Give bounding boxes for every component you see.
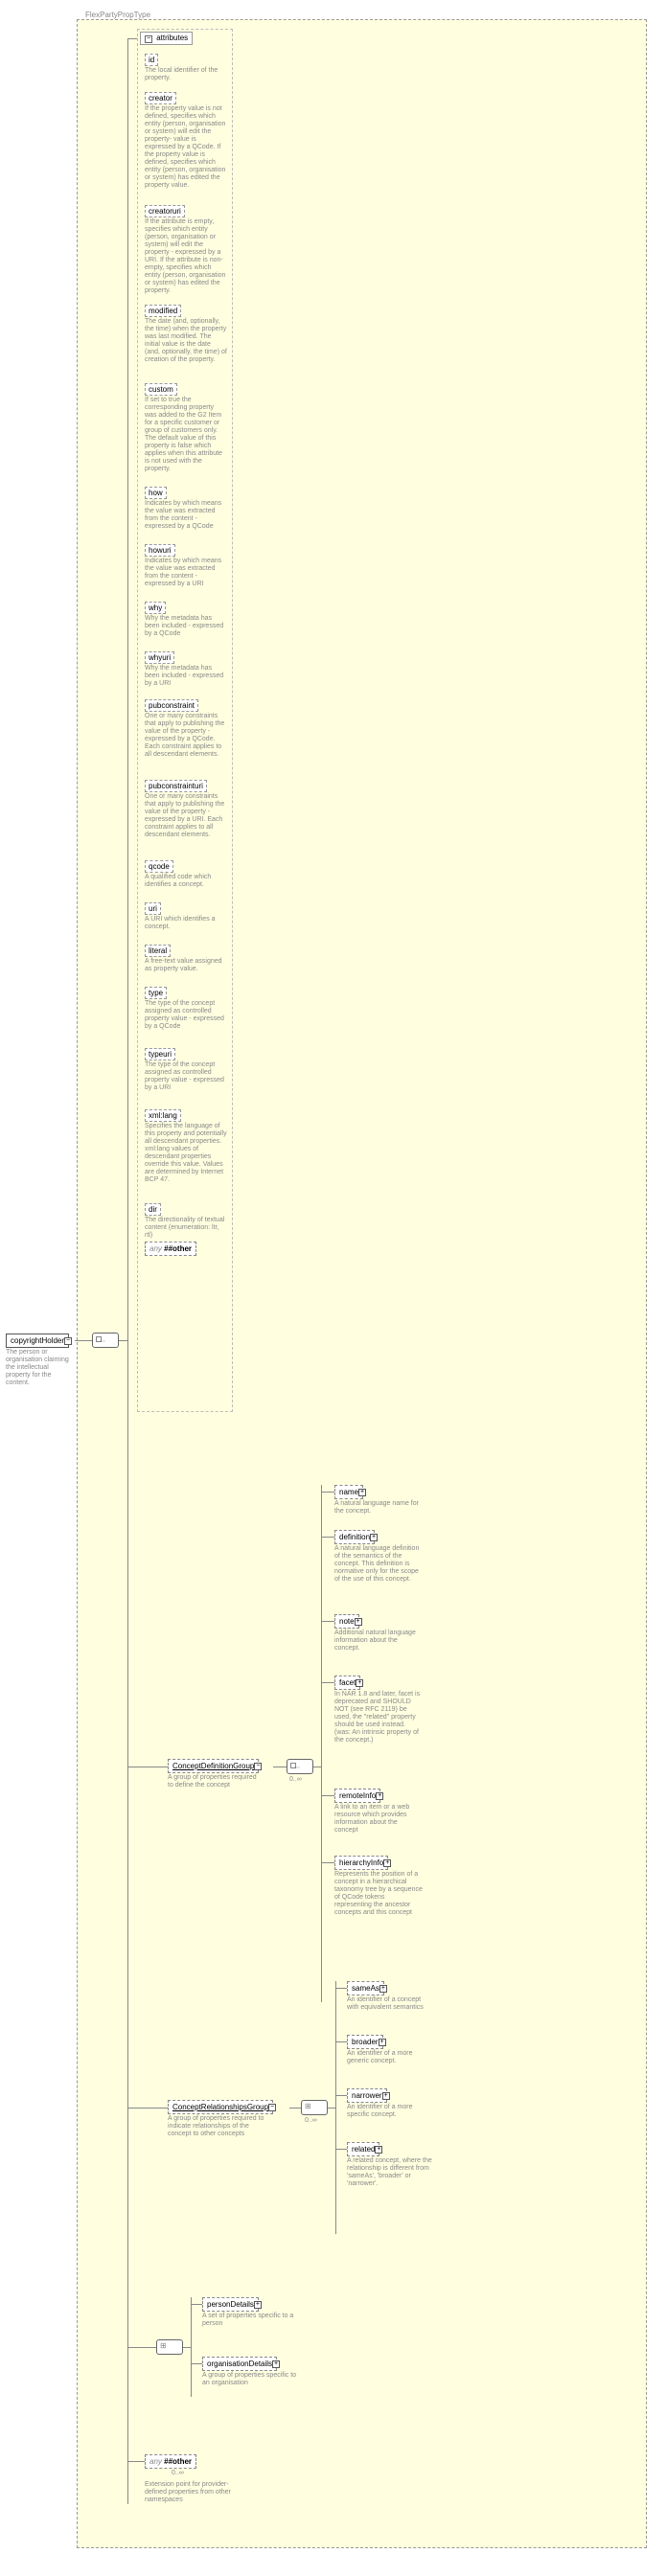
elem-narrower-doc: An identifier of a more specific concept…: [347, 2104, 433, 2119]
elem-hierarchyinfo-doc: Represents the position of a concept in …: [334, 1871, 423, 1917]
attr-pubconstrainturi-doc: One or many constraints that apply to pu…: [145, 793, 227, 839]
elem-note[interactable]: note+: [334, 1614, 359, 1629]
elem-related-doc: A related concept, where the relationshi…: [347, 2157, 435, 2188]
attr-creator-doc: If the property value is not defined, sp…: [145, 105, 227, 191]
attr-typeuri-doc: The type of the concept assigned as cont…: [145, 1061, 227, 1092]
elem-broader-doc: An identifier of a more generic concept.: [347, 2050, 433, 2065]
elem-narrower[interactable]: narrower+: [347, 2088, 387, 2103]
elem-related[interactable]: related+: [347, 2142, 379, 2156]
attr-xmllang[interactable]: xml:lang: [145, 1109, 181, 1122]
expand-icon[interactable]: +: [379, 1985, 387, 1993]
elem-organisationdetails-doc: A group of properties specific to an org…: [202, 2372, 298, 2387]
expand-icon[interactable]: +: [358, 1489, 366, 1496]
attr-modified[interactable]: modified: [145, 305, 181, 317]
elem-sameas[interactable]: sameAs+: [347, 1981, 384, 1995]
attr-pubconstraint-doc: One or many constraints that apply to pu…: [145, 713, 227, 759]
attr-howuri[interactable]: howuri: [145, 544, 175, 557]
attr-custom[interactable]: custom: [145, 383, 177, 396]
attr-dir-doc: The directionality of textual content (e…: [145, 1217, 227, 1240]
concept-relationships-group-doc: A group of properties required to indica…: [168, 2115, 273, 2138]
expand-icon[interactable]: +: [379, 2039, 386, 2046]
expand-icon[interactable]: −: [64, 1337, 72, 1345]
elem-facet[interactable]: facet+: [334, 1676, 360, 1690]
attr-id[interactable]: id: [145, 54, 158, 66]
root-element[interactable]: copyrightHolder −: [6, 1334, 69, 1348]
cdg-occur: 0..∞: [289, 1776, 302, 1783]
elem-organisationdetails[interactable]: organisationDetails+: [202, 2357, 277, 2371]
attributes-header-label: attributes: [156, 34, 188, 42]
attr-whyuri[interactable]: whyuri: [145, 651, 174, 664]
elem-persondetails-doc: A set of properties specific to a person: [202, 2313, 298, 2328]
expand-icon[interactable]: +: [356, 1679, 363, 1687]
collapse-icon[interactable]: −: [145, 35, 152, 43]
elem-persondetails[interactable]: personDetails+: [202, 2297, 259, 2312]
attr-type[interactable]: type: [145, 987, 167, 999]
expand-icon[interactable]: +: [254, 2301, 262, 2309]
attr-why-doc: Why the metadata has been included - exp…: [145, 615, 227, 638]
expand-icon[interactable]: −: [268, 2104, 276, 2111]
attr-modified-doc: The date (and, optionally, the time) whe…: [145, 318, 227, 364]
elem-broader[interactable]: broader+: [347, 2035, 383, 2049]
attr-howuri-doc: Indicates by which means the value was e…: [145, 558, 227, 588]
elem-definition-doc: A natural language definition of the sem…: [334, 1545, 421, 1584]
elem-name-doc: A natural language name for the concept.: [334, 1500, 421, 1516]
elem-hierarchyinfo[interactable]: hierarchyInfo+: [334, 1856, 388, 1870]
expand-icon[interactable]: +: [375, 2146, 382, 2154]
elem-remoteinfo-doc: A link to an item or a web resource whic…: [334, 1804, 421, 1835]
details-choice: [156, 2339, 183, 2355]
attr-creatoruri[interactable]: creatoruri: [145, 205, 185, 217]
cdg-sequence: ⋯: [287, 1759, 313, 1774]
attr-dir[interactable]: dir: [145, 1203, 161, 1216]
attr-literal[interactable]: literal: [145, 945, 171, 957]
any-bottom-occur: 0..∞: [172, 2470, 184, 2476]
type-name: FlexPartyPropType: [85, 11, 150, 19]
attr-qcode[interactable]: qcode: [145, 860, 173, 873]
attr-custom-doc: If set to true the corresponding propert…: [145, 397, 227, 473]
expand-icon[interactable]: +: [272, 2360, 280, 2368]
root-doc: The person or organisation claiming the …: [6, 1349, 73, 1387]
root-sequence: ⋯: [92, 1333, 119, 1348]
attr-whyuri-doc: Why the metadata has been included - exp…: [145, 665, 227, 688]
crg-occur: 0..∞: [305, 2117, 317, 2124]
expand-icon[interactable]: +: [376, 1792, 383, 1800]
attr-uri-doc: A URI which identifies a concept.: [145, 916, 227, 931]
attr-literal-doc: A free-text value assigned as property v…: [145, 958, 227, 973]
root-label: copyrightHolder: [11, 1336, 64, 1345]
attr-how[interactable]: how: [145, 487, 167, 499]
attr-any[interactable]: any ##other: [145, 1242, 196, 1256]
attr-pubconstraint[interactable]: pubconstraint: [145, 699, 198, 712]
attr-typeuri[interactable]: typeuri: [145, 1048, 175, 1060]
any-bottom-doc: Extension point for provider-defined pro…: [145, 2481, 241, 2504]
elem-name[interactable]: name+: [334, 1485, 363, 1499]
attr-creator[interactable]: creator: [145, 92, 176, 104]
elem-remoteinfo[interactable]: remoteInfo+: [334, 1789, 380, 1803]
expand-icon[interactable]: +: [355, 1618, 362, 1626]
attr-xmllang-doc: Specifies the language of this property …: [145, 1123, 227, 1184]
elem-facet-doc: In NAR 1.8 and later, facet is deprecate…: [334, 1691, 423, 1744]
expand-icon[interactable]: +: [383, 1859, 391, 1867]
elem-sameas-doc: An identifier of a concept with equivale…: [347, 1996, 433, 2012]
attr-uri[interactable]: uri: [145, 902, 161, 915]
attr-type-doc: The type of the concept assigned as cont…: [145, 1000, 227, 1031]
concept-relationships-group[interactable]: ConceptRelationshipsGroup −: [168, 2100, 273, 2114]
concept-definition-group-doc: A group of properties required to define…: [168, 1774, 264, 1790]
attr-creatoruri-doc: If the attribute is empty, specifies whi…: [145, 218, 227, 295]
expand-icon[interactable]: +: [382, 2092, 390, 2100]
attributes-header[interactable]: − attributes: [140, 32, 193, 45]
attr-qcode-doc: A qualified code which identifies a conc…: [145, 874, 227, 889]
attr-pubconstrainturi[interactable]: pubconstrainturi: [145, 780, 207, 792]
elem-any-bottom[interactable]: any ##other: [145, 2454, 196, 2469]
crg-choice: [301, 2100, 328, 2115]
elem-note-doc: Additional natural language information …: [334, 1630, 421, 1653]
concept-definition-group[interactable]: ConceptDefinitionGroup −: [168, 1759, 259, 1773]
elem-definition[interactable]: definition+: [334, 1530, 375, 1544]
expand-icon[interactable]: +: [370, 1534, 378, 1541]
attr-id-doc: The local identifier of the property.: [145, 67, 223, 82]
attr-how-doc: Indicates by which means the value was e…: [145, 500, 227, 531]
attr-why[interactable]: why: [145, 602, 166, 614]
expand-icon[interactable]: −: [254, 1763, 262, 1770]
